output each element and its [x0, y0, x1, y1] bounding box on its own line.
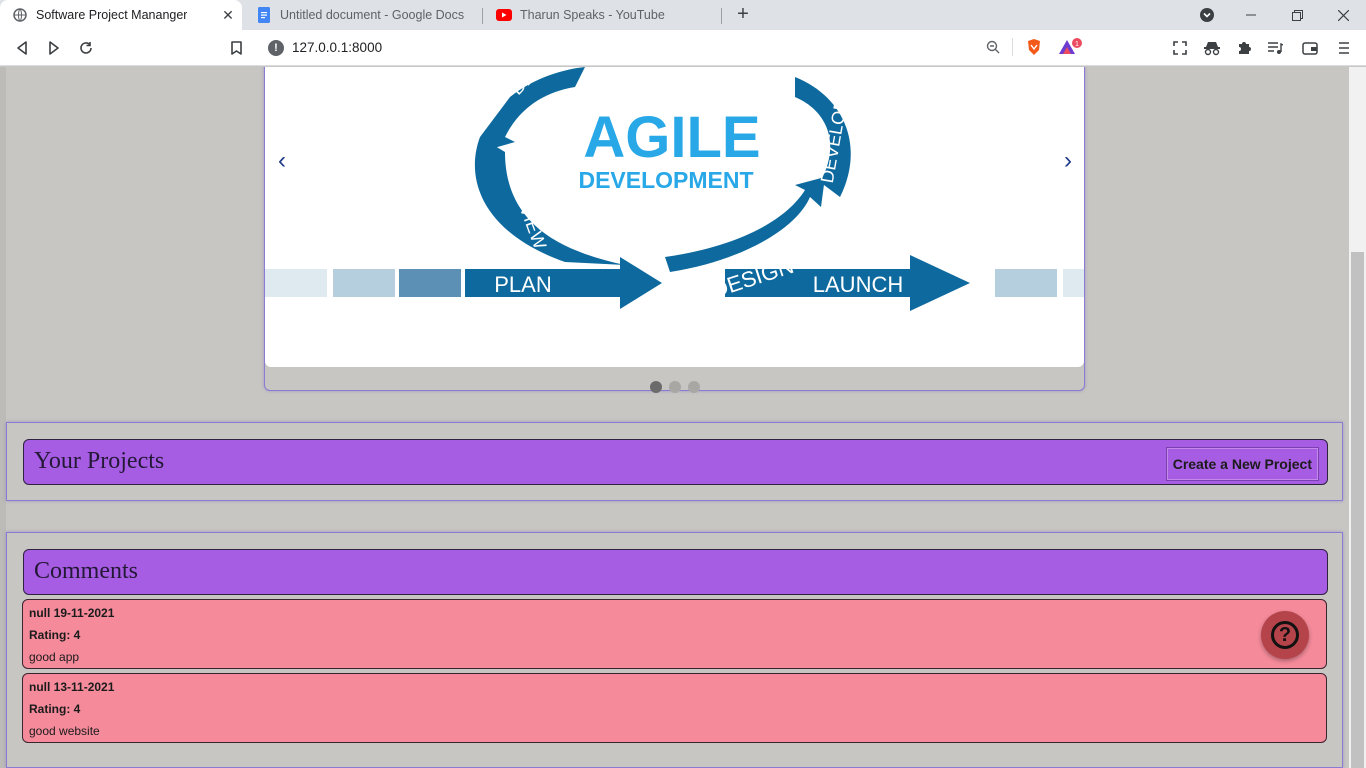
- browser-tab-bar: Software Project Mananger ✕ Untitled doc…: [0, 0, 1366, 30]
- projects-section: Your Projects Create a New Project: [6, 422, 1343, 501]
- projects-title: Your Projects: [34, 448, 165, 474]
- tab-separator: [482, 8, 483, 24]
- playlist-icon[interactable]: [1265, 38, 1285, 58]
- comment-rating: Rating: 4: [29, 628, 81, 642]
- bookmark-icon[interactable]: [226, 38, 246, 58]
- carousel-slide-image: AGILE DEVELOPMENT PLAN DESIGN LAUNCH REV…: [265, 67, 1084, 367]
- tab-title: Tharun Speaks - YouTube: [520, 8, 665, 22]
- address-bar[interactable]: ! 127.0.0.1:8000 1: [260, 34, 1090, 62]
- reload-icon[interactable]: [76, 38, 96, 58]
- extensions-icon[interactable]: [1234, 38, 1254, 58]
- carousel-next-button[interactable]: ›: [1058, 147, 1078, 175]
- new-tab-button[interactable]: +: [732, 4, 754, 26]
- strip-segment: [1063, 269, 1084, 297]
- browser-toolbar: ! 127.0.0.1:8000 1: [0, 30, 1366, 66]
- strip-segment: [399, 269, 461, 297]
- carousel-indicators: [650, 381, 700, 393]
- carousel-prev-button[interactable]: ‹: [272, 147, 292, 175]
- carousel-dot-3[interactable]: [688, 381, 700, 393]
- tab-title: Software Project Mananger: [36, 8, 188, 22]
- tab-google-docs[interactable]: Untitled document - Google Docs: [244, 0, 480, 30]
- plan-label: PLAN: [494, 272, 551, 297]
- launch-label: LAUNCH: [813, 272, 903, 297]
- comment-text: good website: [29, 724, 100, 738]
- tab-youtube[interactable]: Tharun Speaks - YouTube: [484, 0, 720, 30]
- carousel-dot-1[interactable]: [650, 381, 662, 393]
- agile-subtitle-text: DEVELOPMENT: [578, 167, 753, 193]
- tab-title: Untitled document - Google Docs: [280, 8, 465, 22]
- strip-segment: [333, 269, 395, 297]
- comment-rating: Rating: 4: [29, 702, 81, 716]
- agile-title-text: AGILE: [583, 105, 760, 170]
- menu-icon[interactable]: [1334, 38, 1354, 58]
- brave-shield-icon[interactable]: [1026, 38, 1042, 61]
- strip-segment: [265, 269, 327, 297]
- create-project-button[interactable]: Create a New Project: [1165, 447, 1319, 481]
- tab-software-project-manager[interactable]: Software Project Mananger ✕: [0, 0, 242, 30]
- shield-badge-count: 1: [1075, 41, 1079, 48]
- zoom-icon[interactable]: [986, 40, 1000, 59]
- site-info-icon[interactable]: !: [268, 40, 284, 56]
- tab-separator: [721, 8, 722, 24]
- projects-header: Your Projects Create a New Project: [23, 439, 1328, 485]
- strip-segment: [995, 269, 1057, 297]
- comment-text: good app: [29, 650, 80, 664]
- forward-icon[interactable]: [44, 38, 64, 58]
- comment-card: null 13-11-2021 Rating: 4 good website: [22, 673, 1327, 743]
- tab-search-button[interactable]: [1184, 0, 1230, 30]
- wallet-icon[interactable]: [1300, 38, 1320, 58]
- separator: [1012, 38, 1013, 56]
- comment-meta: null 13-11-2021: [29, 680, 115, 694]
- globe-icon: [12, 7, 28, 23]
- minimize-button[interactable]: [1228, 0, 1274, 30]
- chevron-down-icon: [1200, 8, 1214, 22]
- comments-header: Comments: [23, 549, 1328, 595]
- comment-meta: null 19-11-2021: [29, 606, 115, 620]
- scrollbar-thumb[interactable]: [1351, 252, 1364, 768]
- help-button[interactable]: ?: [1261, 611, 1309, 659]
- fullscreen-icon[interactable]: [1170, 38, 1190, 58]
- incognito-extension-icon[interactable]: [1202, 38, 1222, 58]
- close-window-button[interactable]: [1320, 0, 1366, 30]
- restore-button[interactable]: [1274, 0, 1320, 30]
- comment-card: null 19-11-2021 Rating: 4 good app: [22, 599, 1327, 669]
- question-mark-icon: ?: [1271, 621, 1299, 649]
- url-text: 127.0.0.1:8000: [292, 40, 383, 55]
- back-icon[interactable]: [12, 38, 32, 58]
- youtube-icon: [496, 7, 512, 23]
- google-docs-icon: [256, 7, 272, 23]
- carousel-dot-2[interactable]: [669, 381, 681, 393]
- comments-title: Comments: [34, 558, 139, 584]
- page-scrollbar[interactable]: [1349, 67, 1366, 768]
- page-viewport: AGILE DEVELOPMENT PLAN DESIGN LAUNCH REV…: [0, 67, 1349, 768]
- brave-rewards-icon[interactable]: 1: [1058, 38, 1084, 61]
- close-tab-icon[interactable]: ✕: [220, 7, 236, 23]
